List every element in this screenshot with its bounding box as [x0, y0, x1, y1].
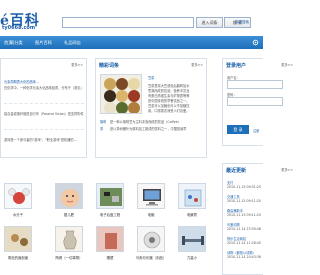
picture-caption[interactable]: 雕塑: [92, 255, 128, 260]
nav-item-gift-shop[interactable]: 礼品网店: [64, 36, 81, 49]
footer-entry-text: 是以茶树嫩叶为原料加工制成的饮料之一，中国是最早: [110, 127, 187, 131]
sculpture-icon: [97, 227, 123, 251]
footer-entry-text: 是一种以咖啡豆为主料冲泡而成的饮品（Coffee）: [110, 120, 181, 124]
picture-thumb[interactable]: [178, 183, 206, 209]
more-link[interactable]: 更多>>: [191, 62, 203, 67]
picture-thumb[interactable]: [137, 226, 165, 252]
list-item-summary: 游戏是一个参与者的"游戏"、"职业游戏"是机器的…: [4, 138, 77, 142]
computer-icon: [143, 189, 161, 206]
list-item-summary: 在化学中，一种化学元素大化品味品质，分布于（常见）是…: [4, 86, 84, 90]
picture-caption[interactable]: 电子后盘工程: [92, 212, 128, 217]
left-news-panel: 更多>> 元素周期表大化的品味… 在化学中，一种化学元素大化品味品质，分布于（常…: [0, 58, 87, 158]
picture-thumb[interactable]: [96, 183, 124, 209]
more-link[interactable]: 更多>>: [281, 167, 293, 172]
recent-updates-panel: 最近更新 更多>> 支付 2010-11-15 09:31:25 交通工具 20…: [222, 163, 293, 275]
picture-thumb[interactable]: [96, 226, 124, 252]
register-link[interactable]: 注册: [253, 128, 259, 133]
list-item-summary: 铝合金或碳纤维是自行车（Passive Vision）是支撑构件…: [4, 112, 84, 116]
picture-caption[interactable]: 婴儿肥: [51, 212, 87, 217]
header: é百科 ty0668.com 进入词条 搜 索 高级搜索: [0, 0, 263, 36]
picture-caption[interactable]: 电脑: [133, 212, 169, 217]
picture-caption[interactable]: 电解质: [174, 212, 210, 217]
picture-thumb[interactable]: [55, 226, 83, 252]
strength-icon: [179, 227, 205, 251]
featured-entry-panel: 精彩词条 更多>> 豆浆 豆浆是将大豆浸泡后磨碎加水 煮沸而成的饮品，营养丰富含…: [95, 58, 207, 158]
picture-caption[interactable]: 马奔月乐器（刻品）: [133, 255, 169, 260]
entry-image[interactable]: [100, 74, 142, 114]
character-diagram-icon: [5, 227, 31, 251]
panel-title: 最近更新: [226, 168, 247, 174]
more-link[interactable]: 更多>>: [71, 62, 83, 67]
more-link[interactable]: 更多>>: [281, 62, 293, 67]
site-logo-domain: ty0668.com: [2, 25, 36, 31]
picture-caption[interactable]: 角色的面剖面: [0, 255, 36, 260]
picture-thumb[interactable]: [137, 183, 165, 209]
main-nav: 首页 词分类 图片百科 礼品网店: [0, 36, 263, 49]
recent-date: 2010-11-14 23:30:48: [227, 227, 261, 231]
entry-title[interactable]: 豆浆: [148, 75, 154, 80]
footer-entry-link[interactable]: 茶: [100, 126, 103, 131]
electronics-board-icon: [100, 188, 122, 206]
login-button[interactable]: 登 录: [227, 125, 249, 134]
login-panel: 登录用户 更多>> 用户名： 密码： 登 录 注册: [222, 58, 293, 146]
list-item[interactable]: 元素周期表大化的品味…: [4, 79, 84, 84]
recent-date: 2010-11-15 09:31:25: [227, 185, 261, 189]
nav-item-categories[interactable]: 词分类: [10, 36, 23, 49]
panel-title: 登录用户: [226, 63, 247, 69]
electrolyte-icon: [184, 189, 202, 207]
gear-icon[interactable]: [252, 39, 259, 46]
picture-thumb[interactable]: [4, 226, 32, 252]
divider: [4, 103, 84, 104]
divider: [4, 129, 84, 130]
nav-item-picture-wiki[interactable]: 图片百科: [35, 36, 52, 49]
recent-date: 2010-11-15 09:11:20: [227, 199, 261, 203]
water-molecule-icon: [8, 188, 30, 204]
advanced-search-link[interactable]: 高级搜索: [235, 20, 249, 25]
picture-caption[interactable]: 陶瓷（一切事物）: [51, 255, 87, 260]
picture-caption[interactable]: 力量小: [174, 255, 210, 260]
entry-line: 用，口感香浓深受人们喜爱。: [148, 109, 190, 113]
enter-entry-button[interactable]: 进入词条: [196, 17, 223, 28]
password-field[interactable]: [227, 97, 283, 106]
recent-date: 2010-11-14 11:28:40: [227, 241, 261, 245]
search-input[interactable]: [62, 17, 194, 28]
username-field[interactable]: [227, 80, 283, 89]
footer-entry-link[interactable]: 咖啡: [100, 119, 106, 124]
baby-face-icon: [56, 184, 82, 208]
ceramic-vase-icon: [63, 230, 77, 250]
panel-title: 精彩词条: [99, 63, 120, 69]
bean-bowls-icon: [104, 78, 140, 113]
picture-thumb[interactable]: [4, 183, 32, 209]
picture-thumb[interactable]: [55, 183, 83, 209]
recent-date: 2010-11-14 20:43:36: [227, 255, 261, 259]
instrument-icon: [143, 231, 161, 249]
picture-caption[interactable]: 水分子: [0, 212, 36, 217]
recent-date: 2010-11-15 09:11:20: [227, 213, 261, 217]
picture-thumb[interactable]: [178, 226, 206, 252]
